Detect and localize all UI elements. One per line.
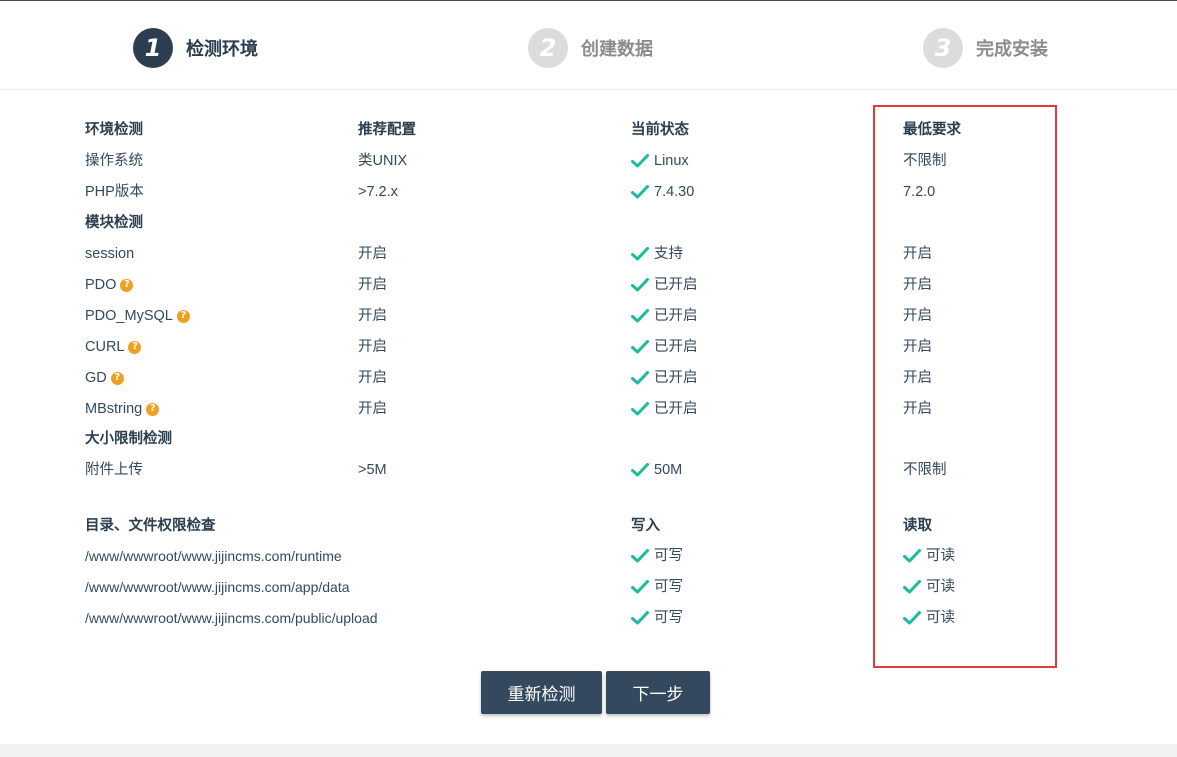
module-recommended: 开启 xyxy=(358,401,387,417)
size-current-value: 50M xyxy=(654,462,683,478)
module-recommended: 开启 xyxy=(358,277,387,293)
question-circle-icon[interactable]: ? xyxy=(110,371,124,385)
module-name-text: PDO xyxy=(85,277,117,293)
step-create-data: 2 创建数据 xyxy=(528,28,653,68)
module-name: GD? xyxy=(85,369,124,387)
size-name: 附件上传 xyxy=(85,462,143,478)
env-current-value: 7.4.30 xyxy=(654,184,695,200)
perm-header-write: 写入 xyxy=(631,518,660,534)
perm-write-value: 可写 xyxy=(654,548,683,564)
env-current: 7.4.30 xyxy=(631,183,694,201)
env-current-value: Linux xyxy=(654,153,689,169)
check-icon xyxy=(631,185,649,199)
install-steps: 1 检测环境 2 创建数据 3 完成安装 xyxy=(0,1,1177,90)
module-current: 已开启 xyxy=(631,338,698,356)
perm-path: /www/wwwroot/www.jijincms.com/app/data xyxy=(85,579,350,595)
module-recommended: 开启 xyxy=(358,246,387,262)
size-section-title: 大小限制检测 xyxy=(85,431,172,447)
perm-write-value: 可写 xyxy=(654,579,683,595)
next-step-button[interactable]: 下一步 xyxy=(606,671,710,714)
module-section-title: 模块检测 xyxy=(85,215,143,231)
question-circle-icon[interactable]: ? xyxy=(146,402,160,416)
perm-write: 可写 xyxy=(631,547,683,565)
env-name: PHP版本 xyxy=(85,184,144,200)
module-current: 已开启 xyxy=(631,276,698,294)
module-name-text: CURL xyxy=(85,339,125,355)
step-number-badge: 2 xyxy=(528,28,568,68)
question-circle-icon[interactable]: ? xyxy=(176,309,190,323)
question-circle-icon[interactable]: ? xyxy=(128,340,142,354)
perm-write: 可写 xyxy=(631,578,683,596)
env-recommended: >7.2.x xyxy=(358,184,398,200)
module-name: session xyxy=(85,245,134,263)
step-label: 检测环境 xyxy=(186,39,258,59)
check-icon xyxy=(631,278,649,292)
env-header-recommended: 推荐配置 xyxy=(358,122,416,138)
check-icon xyxy=(631,371,649,385)
question-circle-icon[interactable]: ? xyxy=(120,278,134,292)
module-name: MBstring? xyxy=(85,400,160,418)
env-header-check: 环境检测 xyxy=(85,122,143,138)
module-current-value: 已开启 xyxy=(654,339,698,355)
step-label: 完成安装 xyxy=(976,39,1048,59)
check-icon xyxy=(631,340,649,354)
module-current: 已开启 xyxy=(631,369,698,387)
step-finish-install: 3 完成安装 xyxy=(923,28,1048,68)
check-icon xyxy=(631,611,649,625)
module-current-value: 支持 xyxy=(654,246,683,262)
step-number-badge: 1 xyxy=(133,28,173,68)
check-icon xyxy=(631,580,649,594)
step-check-environment: 1 检测环境 xyxy=(133,28,258,68)
recheck-button[interactable]: 重新检测 xyxy=(481,671,602,714)
perm-path: /www/wwwroot/www.jijincms.com/runtime xyxy=(85,548,342,564)
module-recommended: 开启 xyxy=(358,308,387,324)
module-current: 已开启 xyxy=(631,307,698,325)
module-name-text: PDO_MySQL xyxy=(85,308,173,324)
module-recommended: 开启 xyxy=(358,339,387,355)
module-current-value: 已开启 xyxy=(654,277,698,293)
module-current: 支持 xyxy=(631,245,683,263)
module-current-value: 已开启 xyxy=(654,308,698,324)
module-current-value: 已开启 xyxy=(654,401,698,417)
perm-write-value: 可写 xyxy=(654,610,683,626)
step-label: 创建数据 xyxy=(581,39,653,59)
module-name-text: MBstring xyxy=(85,401,143,417)
check-icon xyxy=(631,247,649,261)
env-header-current: 当前状态 xyxy=(631,122,689,138)
highlight-box xyxy=(873,105,1057,668)
module-name: PDO? xyxy=(85,276,134,294)
install-page: 1 检测环境 2 创建数据 3 完成安装 环境检测 推荐配置 当前状态 最低要求… xyxy=(0,0,1177,757)
perm-header-path: 目录、文件权限检查 xyxy=(85,518,216,534)
check-icon xyxy=(631,309,649,323)
module-recommended: 开启 xyxy=(358,370,387,386)
env-current: Linux xyxy=(631,152,689,170)
perm-path: /www/wwwroot/www.jijincms.com/public/upl… xyxy=(85,610,378,626)
module-name-text: GD xyxy=(85,370,107,386)
module-name: CURL? xyxy=(85,338,142,356)
step-number-badge: 3 xyxy=(923,28,963,68)
module-name: PDO_MySQL? xyxy=(85,307,190,325)
check-icon xyxy=(631,402,649,416)
perm-write: 可写 xyxy=(631,609,683,627)
module-current-value: 已开启 xyxy=(654,370,698,386)
module-name-text: session xyxy=(85,246,135,262)
footer-band xyxy=(0,744,1177,757)
env-name: 操作系统 xyxy=(85,153,143,169)
env-recommended: 类UNIX xyxy=(358,153,408,169)
size-current: 50M xyxy=(631,461,682,479)
check-icon xyxy=(631,463,649,477)
module-current: 已开启 xyxy=(631,400,698,418)
size-recommended: >5M xyxy=(358,462,387,478)
check-icon xyxy=(631,549,649,563)
check-icon xyxy=(631,154,649,168)
